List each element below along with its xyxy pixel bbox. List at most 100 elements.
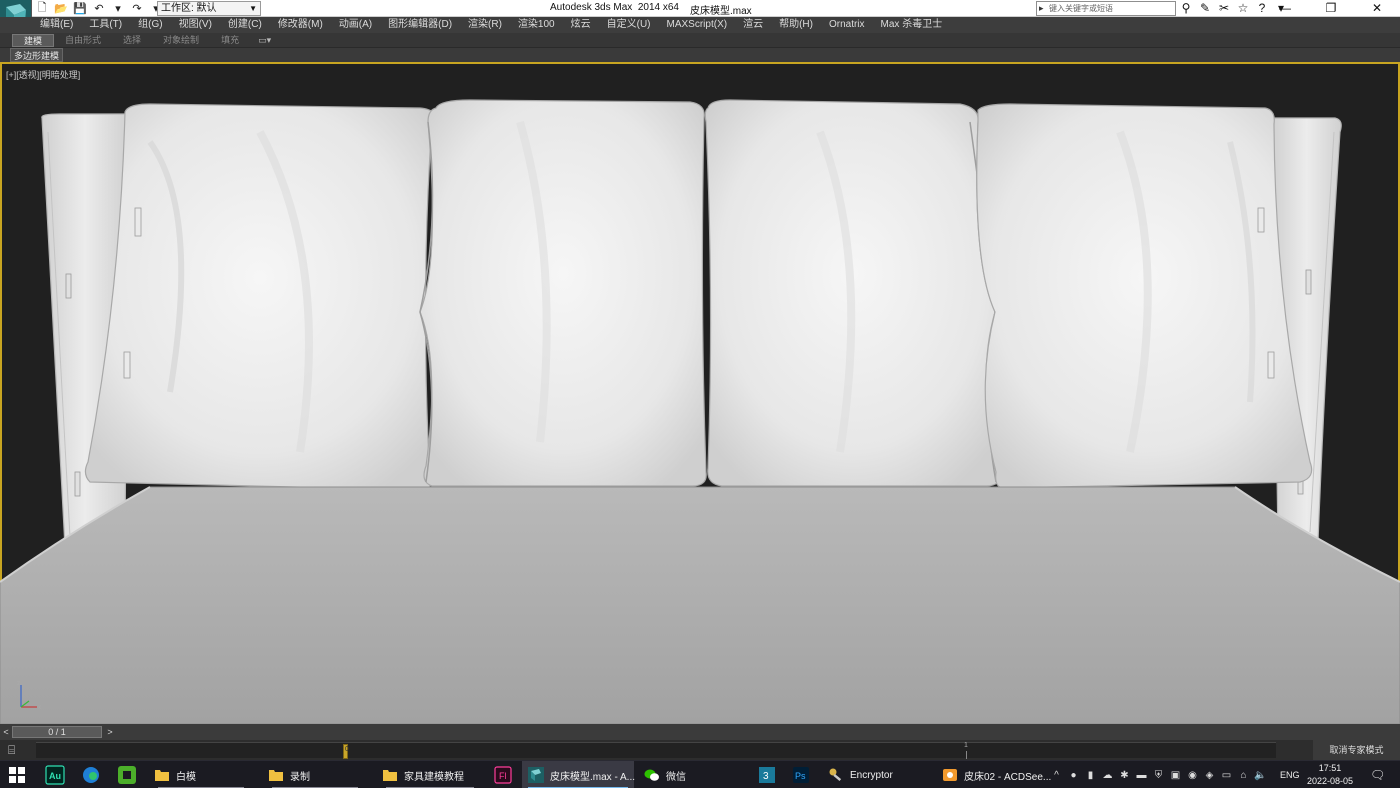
- restore-button[interactable]: ❐: [1308, 0, 1354, 17]
- encryptor-icon: [829, 768, 842, 782]
- folder-tray-icon[interactable]: ▬: [1135, 769, 1148, 782]
- viewport-shading-label[interactable]: [明暗处理]: [39, 70, 80, 80]
- bed-model-render: [0, 99, 1400, 724]
- folder-icon: [383, 770, 397, 781]
- search-placeholder: 键入关键字或短语: [1049, 4, 1113, 13]
- tab-freeform[interactable]: 自由形式: [54, 34, 112, 47]
- app-title: Autodesk 3ds Max 2014 x64: [550, 2, 679, 13]
- security-shield-icon[interactable]: ⛨: [1152, 769, 1165, 782]
- viewport-label[interactable]: [+][透视][明暗处理]: [6, 68, 80, 81]
- viewport-menu-plus[interactable]: [+]: [6, 70, 16, 80]
- folder-icon: [269, 770, 283, 781]
- search-icon: ▸: [1039, 3, 1044, 13]
- menu-customize[interactable]: 自定义(U): [607, 17, 658, 33]
- subscription-icon[interactable]: ✎: [1197, 1, 1213, 16]
- camtasia-icon[interactable]: [116, 764, 138, 786]
- photoshop-icon[interactable]: Ps: [790, 764, 812, 786]
- undo-dropdown-icon[interactable]: ▾: [110, 2, 126, 16]
- taskbar-item-label: 皮床02 - ACDSee...: [964, 771, 1052, 783]
- taskbar-item-label: Encryptor: [850, 769, 893, 781]
- communication-icon[interactable]: ✂: [1216, 1, 1232, 16]
- record-tray-icon[interactable]: ◉: [1186, 769, 1199, 782]
- menu-animation[interactable]: 动画(A): [339, 17, 379, 33]
- menu-graph-editors[interactable]: 图形编辑器(D): [388, 17, 459, 33]
- open-file-icon[interactable]: 📂: [53, 2, 69, 16]
- taskbar-item-folder-tutorial[interactable]: 家具建模教程: [374, 761, 486, 788]
- shield-tray-icon[interactable]: ◈: [1203, 769, 1216, 782]
- search-input[interactable]: ▸ 键入关键字或短语: [1036, 1, 1176, 16]
- menu-help[interactable]: 帮助(H): [779, 17, 820, 33]
- menu-max-antivirus[interactable]: Max 杀毒卫士: [881, 17, 950, 33]
- taskbar-item-folder-baimo[interactable]: 白模: [146, 761, 256, 788]
- frame-counter[interactable]: 0 / 1: [12, 726, 102, 738]
- wechat-tray-icon[interactable]: ●: [1067, 769, 1080, 782]
- pillow-right-outer: [976, 103, 1313, 489]
- binoculars-icon[interactable]: ⚲: [1178, 1, 1194, 16]
- taskbar-item-folder-luzhi[interactable]: 录制: [260, 761, 370, 788]
- time-slider-next-button[interactable]: >: [104, 725, 116, 739]
- cloud-upload-icon[interactable]: ☁: [1101, 769, 1114, 782]
- notification-icon[interactable]: 🗨: [1370, 768, 1385, 782]
- edge-browser-icon[interactable]: [80, 764, 102, 786]
- menu-xuanran-cloud[interactable]: 渲云: [743, 17, 770, 33]
- cancel-expert-mode-button[interactable]: 取消专家模式: [1313, 740, 1400, 760]
- favorites-star-icon[interactable]: ☆: [1235, 1, 1251, 16]
- system-clock[interactable]: 17:51 2022-08-05: [1306, 762, 1354, 788]
- undo-icon[interactable]: ↶: [91, 2, 107, 16]
- track-bar: ⌸ 0 1 取消专家模式: [0, 740, 1400, 760]
- workspace-dropdown[interactable]: 工作区: 默认 ▼: [157, 1, 261, 16]
- taskbar-item-encryptor[interactable]: Encryptor: [824, 761, 936, 788]
- tab-object-paint[interactable]: 对象绘制: [152, 34, 210, 47]
- svg-text:Ps: Ps: [795, 771, 806, 781]
- usb-icon[interactable]: ▮: [1084, 769, 1097, 782]
- minimize-button[interactable]: —: [1262, 0, 1308, 17]
- volume-icon[interactable]: 🔈: [1254, 769, 1267, 782]
- save-file-icon[interactable]: 💾: [72, 2, 88, 16]
- close-button[interactable]: ✕: [1354, 0, 1400, 17]
- network-icon[interactable]: ⌂: [1237, 769, 1250, 782]
- adobe-app-icon[interactable]: Fl: [492, 764, 514, 786]
- menu-ornatrix[interactable]: Ornatrix: [829, 17, 872, 33]
- menu-group[interactable]: 组(G): [138, 17, 169, 33]
- menu-maxscript[interactable]: MAXScript(X): [667, 17, 735, 33]
- redo-icon[interactable]: ↷: [129, 2, 145, 16]
- viewport-view-label[interactable]: [透视]: [16, 70, 39, 80]
- ribbon-bar: 建模 自由形式 选择 对象绘制 填充 ▭▾: [0, 33, 1400, 48]
- menu-rendering[interactable]: 渲染(R): [468, 17, 509, 33]
- ribbon-options-icon[interactable]: ▭▾: [250, 34, 279, 47]
- audition-icon[interactable]: Au: [44, 764, 66, 786]
- show-hidden-icons-chevron-icon[interactable]: ^: [1050, 769, 1063, 782]
- menu-views[interactable]: 视图(V): [179, 17, 219, 33]
- menu-create[interactable]: 创建(C): [228, 17, 269, 33]
- menu-tools[interactable]: 工具(T): [89, 17, 129, 33]
- pillow-left-inner: [419, 99, 707, 487]
- workspace-label: 工作区: 默认: [161, 3, 217, 14]
- time-slider-prev-button[interactable]: <: [0, 725, 12, 739]
- track-bar-area[interactable]: 0 1: [36, 742, 1276, 759]
- track-bar-menu-icon[interactable]: ⌸: [8, 743, 15, 758]
- menu-modifiers[interactable]: 修改器(M): [278, 17, 330, 33]
- menu-render100[interactable]: 渲染100: [518, 17, 562, 33]
- polygon-modeling-panel[interactable]: 多边形建模: [10, 48, 64, 62]
- tab-populate[interactable]: 填充: [210, 34, 250, 47]
- menu-xuanyun[interactable]: 炫云: [571, 17, 598, 33]
- taskbar-item-acdsee[interactable]: 皮床02 - ACDSee...: [936, 761, 1052, 788]
- taskbar-item-wechat[interactable]: 微信: [638, 761, 750, 788]
- menu-bar: 编辑(E) 工具(T) 组(G) 视图(V) 创建(C) 修改器(M) 动画(A…: [0, 17, 1400, 33]
- input-language[interactable]: ENG: [1280, 770, 1300, 780]
- tab-selection[interactable]: 选择: [112, 34, 152, 47]
- new-file-icon[interactable]: 🗋: [34, 2, 50, 16]
- settings-tray-icon[interactable]: ✱: [1118, 769, 1131, 782]
- tab-modeling[interactable]: 建模: [12, 34, 55, 47]
- perspective-viewport[interactable]: [+][透视][明暗处理] z x: [0, 62, 1400, 724]
- svg-text:x: x: [38, 705, 41, 711]
- clock-date: 2022-08-05: [1306, 776, 1354, 786]
- taskbar-item-3dsmax[interactable]: 皮床模型.max - A...: [522, 761, 635, 788]
- menu-edit[interactable]: 编辑(E): [40, 17, 80, 33]
- 3dsmax-launcher-icon[interactable]: 3: [756, 764, 778, 786]
- display-tray-icon[interactable]: ▭: [1220, 769, 1233, 782]
- windows-start-icon[interactable]: [9, 767, 25, 783]
- svg-text:3: 3: [763, 771, 769, 782]
- app-tray-icon[interactable]: ▣: [1169, 769, 1182, 782]
- wechat-icon: [644, 769, 659, 781]
